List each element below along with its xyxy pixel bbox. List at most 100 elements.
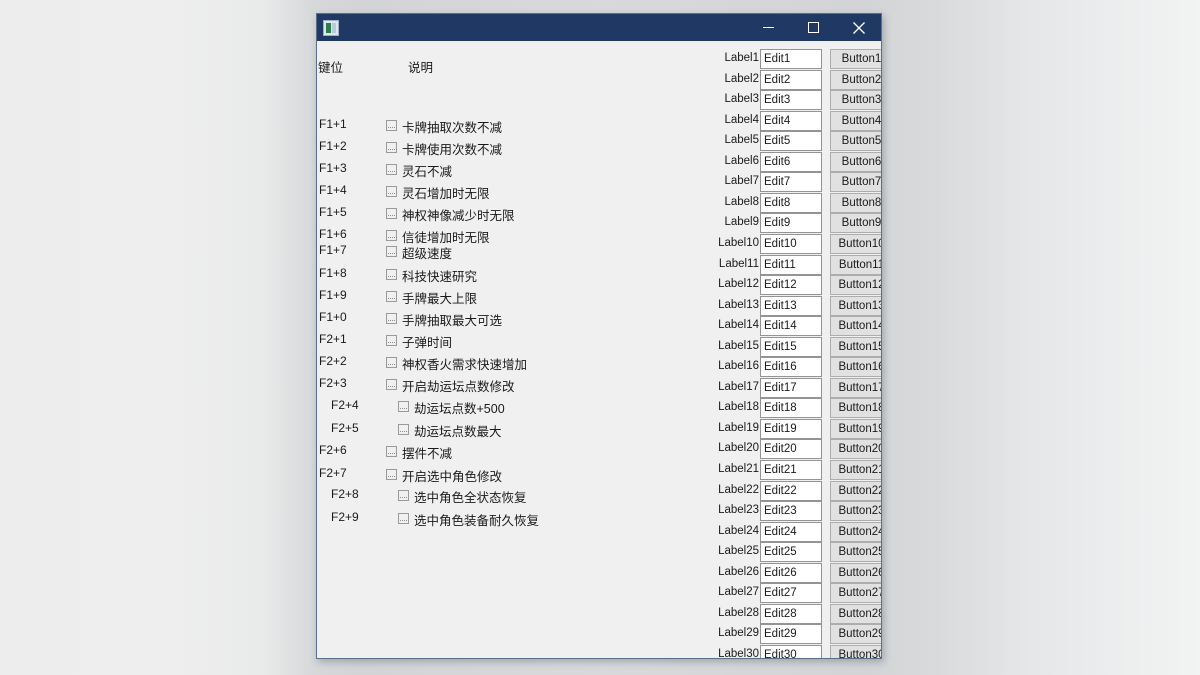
cheat-description: 劫运坛点数+500 [414,402,505,416]
row-button[interactable]: Button13 [830,295,881,316]
row-button[interactable]: Button27 [830,583,881,604]
row-edit-field[interactable]: Edit21 [760,460,822,480]
control-row: Label20 Edit20 Button20 [710,439,881,460]
maximize-button[interactable] [791,14,836,41]
row-label: Label4 [724,113,759,126]
cheat-checkbox[interactable] [386,164,397,175]
row-edit-field[interactable]: Edit6 [760,151,822,172]
row-edit-field[interactable]: Edit22 [760,480,822,501]
row-button[interactable]: Button8 [830,192,881,213]
cheat-checkbox[interactable] [398,424,409,435]
row-button[interactable]: Button11 [830,254,881,275]
control-row: Label23 Edit23 Button23 [710,501,881,522]
cheat-checkbox[interactable] [386,469,397,480]
row-edit-field[interactable]: Edit29 [760,624,822,645]
cheat-checkbox[interactable] [386,291,397,302]
row-button[interactable]: Button1 [830,49,881,69]
cheat-key-label: F2+9 [331,510,359,524]
row-label: Label25 [718,545,759,558]
row-edit-field[interactable]: Edit19 [760,418,822,439]
cheat-description: 摆件不减 [402,447,453,461]
row-edit-field[interactable]: Edit16 [760,357,822,378]
row-edit-field[interactable]: Edit25 [760,542,822,563]
row-button[interactable]: Button6 [830,151,881,172]
cheat-description: 灵石增加时无限 [402,187,490,201]
row-button[interactable]: Button17 [830,377,881,398]
row-button[interactable]: Button25 [830,542,881,563]
cheat-checkbox[interactable] [398,513,409,524]
row-button[interactable]: Button20 [830,439,881,460]
row-button[interactable]: Button15 [830,336,881,357]
row-button[interactable]: Button5 [830,131,881,152]
cheat-checkbox[interactable] [386,269,397,280]
cheat-checkbox[interactable] [386,246,397,257]
cheat-checkbox[interactable] [386,335,397,346]
row-button[interactable]: Button26 [830,562,881,583]
row-edit-field[interactable]: Edit30 [760,644,822,658]
cheat-checkbox[interactable] [386,230,397,241]
row-label: Label27 [718,586,759,599]
row-button[interactable]: Button23 [830,501,881,522]
row-edit-field[interactable]: Edit8 [760,192,822,213]
row-edit-field[interactable]: Edit10 [760,233,822,254]
close-button[interactable] [836,14,881,41]
row-label: Label5 [724,134,759,147]
cheat-checkbox[interactable] [386,208,397,219]
row-edit-field[interactable]: Edit9 [760,213,822,234]
row-button[interactable]: Button28 [830,603,881,624]
row-label: Label17 [718,380,759,393]
cheat-key-label: F2+1 [319,332,347,346]
row-label: Label12 [718,278,759,291]
title-bar[interactable] [317,14,881,41]
cheat-checkbox[interactable] [386,357,397,368]
row-button[interactable]: Button29 [830,624,881,645]
row-edit-field[interactable]: Edit7 [760,172,822,193]
minimize-button[interactable] [746,14,791,41]
row-edit-field[interactable]: Edit3 [760,90,822,111]
row-edit-field[interactable]: Edit28 [760,603,822,624]
row-edit-field[interactable]: Edit13 [760,295,822,316]
row-button[interactable]: Button2 [830,69,881,90]
row-button[interactable]: Button18 [830,398,881,419]
control-row: Label9 Edit9 Button9 [710,213,881,234]
row-edit-field[interactable]: Edit20 [760,439,822,460]
row-button[interactable]: Button3 [830,90,881,111]
row-edit-field[interactable]: Edit5 [760,131,822,152]
row-edit-field[interactable]: Edit18 [760,398,822,419]
row-edit-field[interactable]: Edit24 [760,521,822,542]
cheat-checkbox[interactable] [386,313,397,324]
row-edit-field[interactable]: Edit14 [760,316,822,337]
row-button[interactable]: Button22 [830,480,881,501]
row-button[interactable]: Button21 [830,460,881,480]
row-button[interactable]: Button19 [830,418,881,439]
row-edit-field[interactable]: Edit4 [760,110,822,131]
cheat-checkbox[interactable] [386,142,397,153]
row-edit-field[interactable]: Edit12 [760,275,822,296]
cheat-checkbox[interactable] [386,186,397,197]
cheat-checkbox[interactable] [386,120,397,131]
cheat-checkbox[interactable] [398,401,409,412]
row-edit-field[interactable]: Edit11 [760,254,822,275]
row-edit-field[interactable]: Edit2 [760,69,822,90]
row-label: Label29 [718,627,759,640]
cheat-checkbox[interactable] [398,490,409,501]
row-edit-field[interactable]: Edit26 [760,562,822,583]
row-edit-field[interactable]: Edit23 [760,501,822,522]
row-button[interactable]: Button9 [830,213,881,234]
row-button[interactable]: Button24 [830,521,881,542]
row-button[interactable]: Button7 [830,172,881,193]
row-button[interactable]: Button30 [830,644,881,658]
row-edit-field[interactable]: Edit1 [760,49,822,69]
cheat-checkbox[interactable] [386,446,397,457]
cheat-checkbox[interactable] [386,379,397,390]
row-button[interactable]: Button12 [830,275,881,296]
row-button[interactable]: Button16 [830,357,881,378]
row-button[interactable]: Button4 [830,110,881,131]
row-button[interactable]: Button14 [830,316,881,337]
row-button[interactable]: Button10 [830,233,881,254]
row-label: Label28 [718,606,759,619]
row-edit-field[interactable]: Edit27 [760,583,822,604]
row-label: Label13 [718,298,759,311]
row-edit-field[interactable]: Edit17 [760,377,822,398]
row-edit-field[interactable]: Edit15 [760,336,822,357]
